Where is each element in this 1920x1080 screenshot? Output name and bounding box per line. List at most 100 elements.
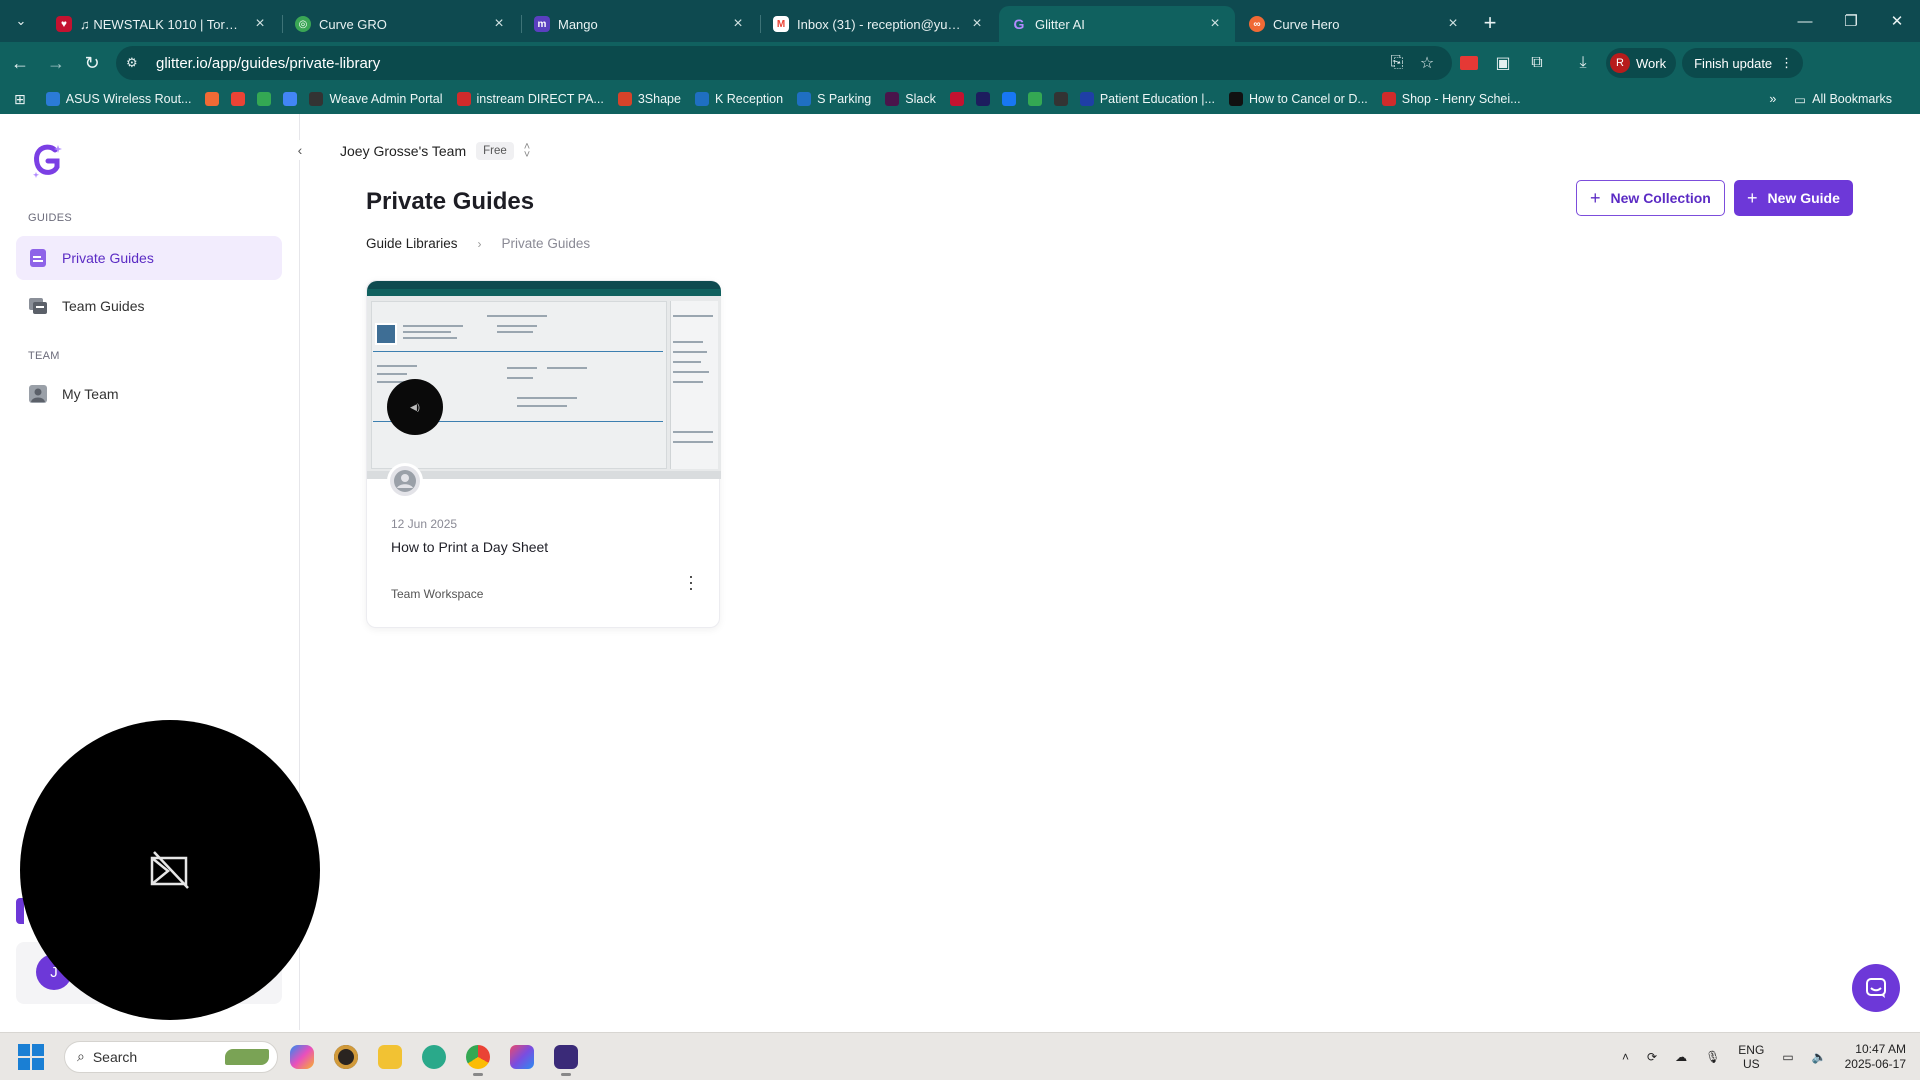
bookmark-favicon-icon	[1228, 92, 1243, 106]
glitter-taskbar-icon[interactable]	[546, 1037, 586, 1077]
bookmark-item[interactable]	[257, 92, 272, 106]
finish-update-button[interactable]: Finish update ⋮	[1682, 48, 1804, 78]
camera-overlay[interactable]	[20, 720, 320, 1020]
extension-red-icon[interactable]	[1452, 46, 1486, 80]
window-close-icon[interactable]: ✕	[1874, 12, 1920, 30]
team-section-label: TEAM	[28, 350, 60, 362]
bookmark-favicon-icon	[797, 92, 812, 106]
close-icon[interactable]: ×	[491, 15, 507, 33]
bookmark-favicon-icon	[949, 92, 964, 106]
bookmark-item[interactable]: ASUS Wireless Rout...	[45, 92, 192, 106]
breadcrumb-private-guides: Private Guides	[501, 236, 591, 251]
bookmark-item[interactable]: 3Shape	[617, 92, 681, 106]
bookmark-item[interactable]: K Reception	[694, 92, 783, 106]
network-icon[interactable]: ▭	[1782, 1050, 1793, 1064]
guide-card[interactable]: ◀) 12 Jun 2025 How to Print a Day Sheet …	[366, 280, 721, 628]
chrome-icon[interactable]	[458, 1037, 498, 1077]
restore-icon[interactable]: ❐	[1828, 12, 1874, 30]
bookmark-item[interactable]	[231, 92, 246, 106]
minimize-icon[interactable]: —	[1782, 13, 1828, 30]
url-text[interactable]: glitter.io/app/guides/private-library	[156, 55, 1382, 72]
extension-off-icon[interactable]: ▣	[1486, 46, 1520, 80]
install-app-icon[interactable]: ⎘	[1382, 54, 1412, 72]
bookmark-favicon-icon	[694, 92, 709, 106]
windows-start-icon[interactable]	[18, 1043, 44, 1070]
forward-arrow-icon[interactable]: →	[40, 47, 72, 79]
close-icon[interactable]: ×	[1445, 15, 1461, 33]
bookmark-favicon-icon	[205, 92, 220, 106]
document-icon	[28, 248, 48, 268]
bookmark-label: ASUS Wireless Rout...	[65, 92, 192, 106]
new-tab-button[interactable]: +	[1475, 8, 1505, 38]
bookmark-item[interactable]: Patient Education |...	[1079, 92, 1215, 106]
site-info-icon[interactable]: ⚙	[126, 55, 146, 71]
volume-icon[interactable]: 🔈	[1812, 1050, 1827, 1064]
microphone-icon[interactable]: 🎙	[1705, 1050, 1720, 1064]
browser-tab-mango[interactable]: m Mango ×	[522, 6, 758, 42]
bookmark-item[interactable]	[1027, 92, 1042, 106]
profile-label: Work	[1636, 55, 1667, 71]
profile-button[interactable]: R Work	[1606, 48, 1677, 78]
guide-title[interactable]: How to Print a Day Sheet	[391, 539, 548, 555]
onedrive-icon[interactable]: ☁	[1675, 1050, 1687, 1064]
collapse-sidebar-icon[interactable]: ‹	[290, 140, 310, 160]
more-options-icon[interactable]: · · ·	[683, 567, 699, 597]
bookmark-item[interactable]: instream DIRECT PA...	[456, 92, 604, 106]
bookmark-item[interactable]: Slack	[885, 92, 936, 106]
extensions-puzzle-icon[interactable]: ⧉	[1520, 46, 1554, 80]
browser-tab-curve-gro[interactable]: ◎ Curve GRO ×	[283, 6, 519, 42]
bookmark-star-icon[interactable]: ☆	[1412, 53, 1442, 73]
file-explorer-icon[interactable]	[370, 1037, 410, 1077]
sidebar-item-team-guides[interactable]: Team Guides	[16, 284, 282, 328]
close-icon[interactable]: ×	[252, 15, 268, 33]
taskbar-search[interactable]: ⌕ Search	[64, 1040, 278, 1073]
bookmark-item[interactable]: Shop - Henry Schei...	[1381, 92, 1521, 106]
browser-tab-gmail[interactable]: M Inbox (31) - reception@yusmile ×	[761, 6, 997, 42]
bookmark-favicon-icon	[231, 92, 246, 106]
chat-support-button[interactable]	[1852, 964, 1900, 1012]
gmail-icon: M	[773, 16, 789, 32]
new-collection-button[interactable]: + New Collection	[1576, 180, 1725, 216]
language-indicator[interactable]: ENG US	[1738, 1043, 1764, 1071]
download-icon[interactable]: ⤓	[1566, 46, 1600, 80]
chevron-up-icon[interactable]: ˄	[1622, 1050, 1629, 1064]
glitter-logo-icon[interactable]	[30, 142, 64, 178]
address-bar[interactable]: ⚙ glitter.io/app/guides/private-library …	[116, 46, 1452, 80]
new-guide-button[interactable]: + New Guide	[1734, 180, 1853, 216]
bookmark-item[interactable]	[1053, 92, 1068, 106]
apps-grid-icon[interactable]: ⊞	[14, 91, 26, 108]
bookmark-item[interactable]: S Parking	[797, 92, 871, 106]
bookmark-favicon-icon	[1001, 92, 1016, 106]
bookmark-item[interactable]	[283, 92, 298, 106]
tab-search-button[interactable]: ⌄	[6, 6, 36, 36]
sync-icon[interactable]: ⟳	[1647, 1050, 1657, 1064]
bookmark-item[interactable]	[975, 92, 990, 106]
team-switcher[interactable]: Joey Grosse's Team Free ˄ ˅	[340, 142, 530, 161]
sidebar-item-my-team[interactable]: My Team	[16, 372, 282, 416]
lang-top: ENG	[1738, 1042, 1765, 1057]
browser-tab-curve-hero[interactable]: ∞ Curve Hero ×	[1237, 6, 1473, 42]
back-arrow-icon[interactable]: ←	[4, 47, 36, 79]
all-bookmarks-button[interactable]: ▭ All Bookmarks	[1794, 92, 1892, 107]
close-icon[interactable]: ×	[1207, 15, 1223, 33]
microsoft-365-icon[interactable]	[502, 1037, 542, 1077]
browser-tab-glitter[interactable]: G Glitter AI ×	[999, 6, 1235, 42]
app-icon-dark[interactable]	[326, 1037, 366, 1077]
breadcrumb-guide-libraries[interactable]: Guide Libraries	[366, 236, 458, 251]
sidebar-item-private-guides[interactable]: Private Guides	[16, 236, 282, 280]
reload-icon[interactable]: ↻	[76, 47, 108, 79]
app-icon-green[interactable]	[414, 1037, 454, 1077]
bookmark-item[interactable]	[1001, 92, 1016, 106]
bookmark-item[interactable]	[949, 92, 964, 106]
close-icon[interactable]: ×	[969, 15, 985, 33]
bookmark-item[interactable]: Weave Admin Portal	[309, 92, 443, 106]
close-icon[interactable]: ×	[730, 15, 746, 33]
clock[interactable]: 10:47 AM 2025-06-17	[1845, 1042, 1906, 1072]
browser-tab-newstalk[interactable]: ♥ ♫ NEWSTALK 1010 | Toronto's n ×	[44, 6, 280, 42]
copilot-icon[interactable]	[282, 1037, 322, 1077]
bookmark-item[interactable]	[205, 92, 220, 106]
plus-icon: +	[1590, 187, 1601, 208]
bookmark-item[interactable]: How to Cancel or D...	[1228, 92, 1368, 106]
bookmarks-overflow-icon[interactable]: »	[1769, 92, 1776, 106]
folder-icon: ▭	[1794, 92, 1807, 107]
